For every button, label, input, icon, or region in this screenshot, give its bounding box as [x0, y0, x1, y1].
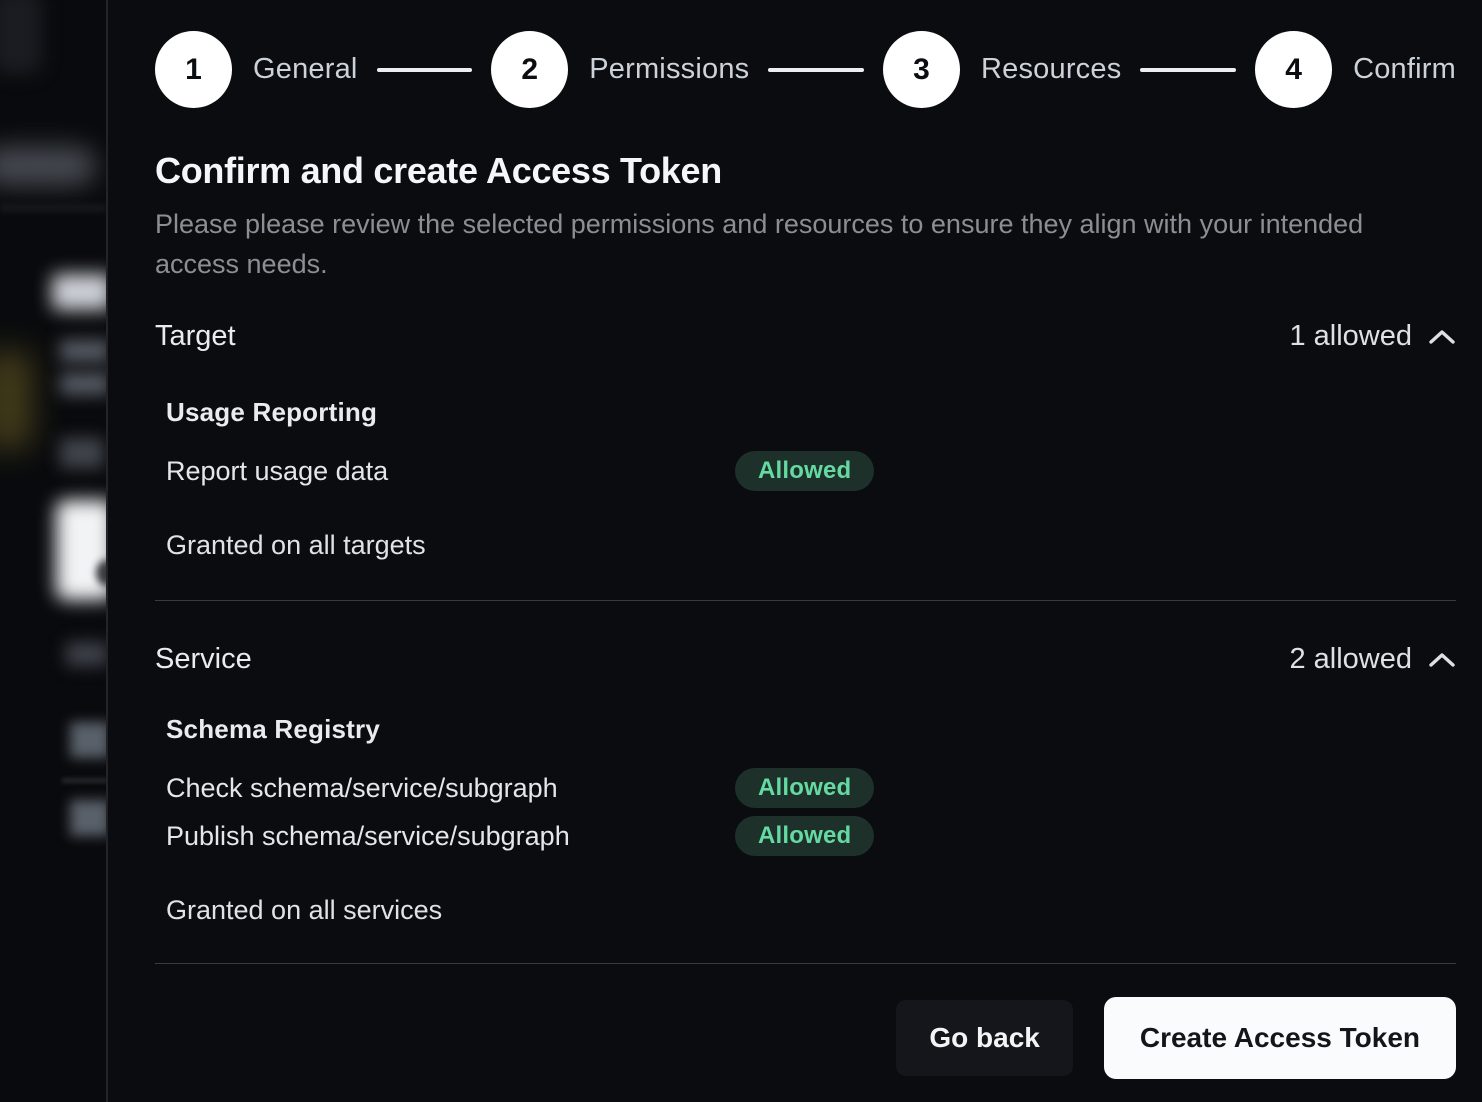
- chevron-up-icon: [1428, 652, 1456, 668]
- granted-note: Granted on all targets: [166, 530, 1456, 561]
- step-connector-line: [768, 68, 864, 72]
- step-connector-line: [377, 68, 473, 72]
- wizard-stepper: 1 General 2 Permissions 3 Resources 4 Co…: [155, 31, 1456, 108]
- step-number-circle: 3: [883, 31, 960, 108]
- target-collapse-toggle[interactable]: 1 allowed: [1289, 320, 1456, 353]
- create-access-token-modal: 1 General 2 Permissions 3 Resources 4 Co…: [106, 0, 1482, 1102]
- permission-row: Publish schema/service/subgraph Allowed: [166, 815, 1456, 857]
- status-badge: Allowed: [735, 451, 874, 491]
- permission-group-schema-registry: Schema Registry Check schema/service/sub…: [166, 714, 1456, 857]
- step-label: Resources: [981, 53, 1121, 86]
- section-divider: [155, 600, 1456, 601]
- blurred-divider: [62, 778, 106, 783]
- page-title: Confirm and create Access Token: [155, 150, 1456, 192]
- step-general[interactable]: 1 General: [155, 31, 358, 108]
- blurred-sidebar-text: [0, 147, 96, 185]
- blurred-heading-text: [52, 274, 106, 310]
- allowed-count: 1 allowed: [1289, 320, 1412, 353]
- granted-note: Granted on all services: [166, 895, 1456, 926]
- section-title: Target: [155, 320, 236, 353]
- step-confirm[interactable]: 4 Confirm: [1255, 31, 1456, 108]
- blurred-body-text: [60, 373, 106, 395]
- status-badge: Allowed: [735, 768, 874, 808]
- permission-group-name: Schema Registry: [166, 714, 1456, 745]
- blurred-letter-h: [70, 800, 106, 836]
- blurred-divider: [0, 204, 106, 212]
- blurred-body-text: [60, 340, 106, 362]
- permission-label: Report usage data: [166, 456, 735, 487]
- step-label: General: [253, 53, 358, 86]
- blurred-letter-u: [70, 722, 106, 758]
- page-subtitle: Please please review the selected permis…: [155, 204, 1387, 284]
- blurred-accent-shape: [0, 352, 32, 448]
- footer-actions: Go back Create Access Token: [155, 997, 1456, 1079]
- create-access-token-button[interactable]: Create Access Token: [1104, 997, 1456, 1079]
- step-label: Permissions: [589, 53, 749, 86]
- go-back-button[interactable]: Go back: [896, 1000, 1072, 1076]
- allowed-count: 2 allowed: [1289, 643, 1412, 676]
- step-connector-line: [1140, 68, 1236, 72]
- section-header-service: Service 2 allowed: [155, 643, 1456, 676]
- permission-label: Publish schema/service/subgraph: [166, 821, 735, 852]
- permission-row: Report usage data Allowed: [166, 450, 1456, 492]
- blurred-logo-tile: [0, 0, 42, 74]
- permission-label: Check schema/service/subgraph: [166, 773, 735, 804]
- blurred-small-item: [60, 438, 104, 468]
- step-number-circle: 4: [1255, 31, 1332, 108]
- step-resources[interactable]: 3 Resources: [883, 31, 1121, 108]
- status-badge: Allowed: [735, 816, 874, 856]
- blurred-background-sidebar: [0, 0, 106, 1102]
- step-permissions[interactable]: 2 Permissions: [491, 31, 749, 108]
- chevron-up-icon: [1428, 329, 1456, 345]
- step-number-circle: 2: [491, 31, 568, 108]
- permission-row: Check schema/service/subgraph Allowed: [166, 767, 1456, 809]
- blurred-white-card: [56, 500, 106, 600]
- service-collapse-toggle[interactable]: 2 allowed: [1289, 643, 1456, 676]
- step-label: Confirm: [1353, 53, 1456, 86]
- blurred-small-text: [66, 642, 106, 666]
- permission-group-name: Usage Reporting: [166, 397, 1456, 428]
- permission-group-usage-reporting: Usage Reporting Report usage data Allowe…: [166, 397, 1456, 492]
- step-number-circle: 1: [155, 31, 232, 108]
- footer-divider: [155, 963, 1456, 964]
- section-header-target: Target 1 allowed: [155, 320, 1456, 353]
- section-title: Service: [155, 643, 252, 676]
